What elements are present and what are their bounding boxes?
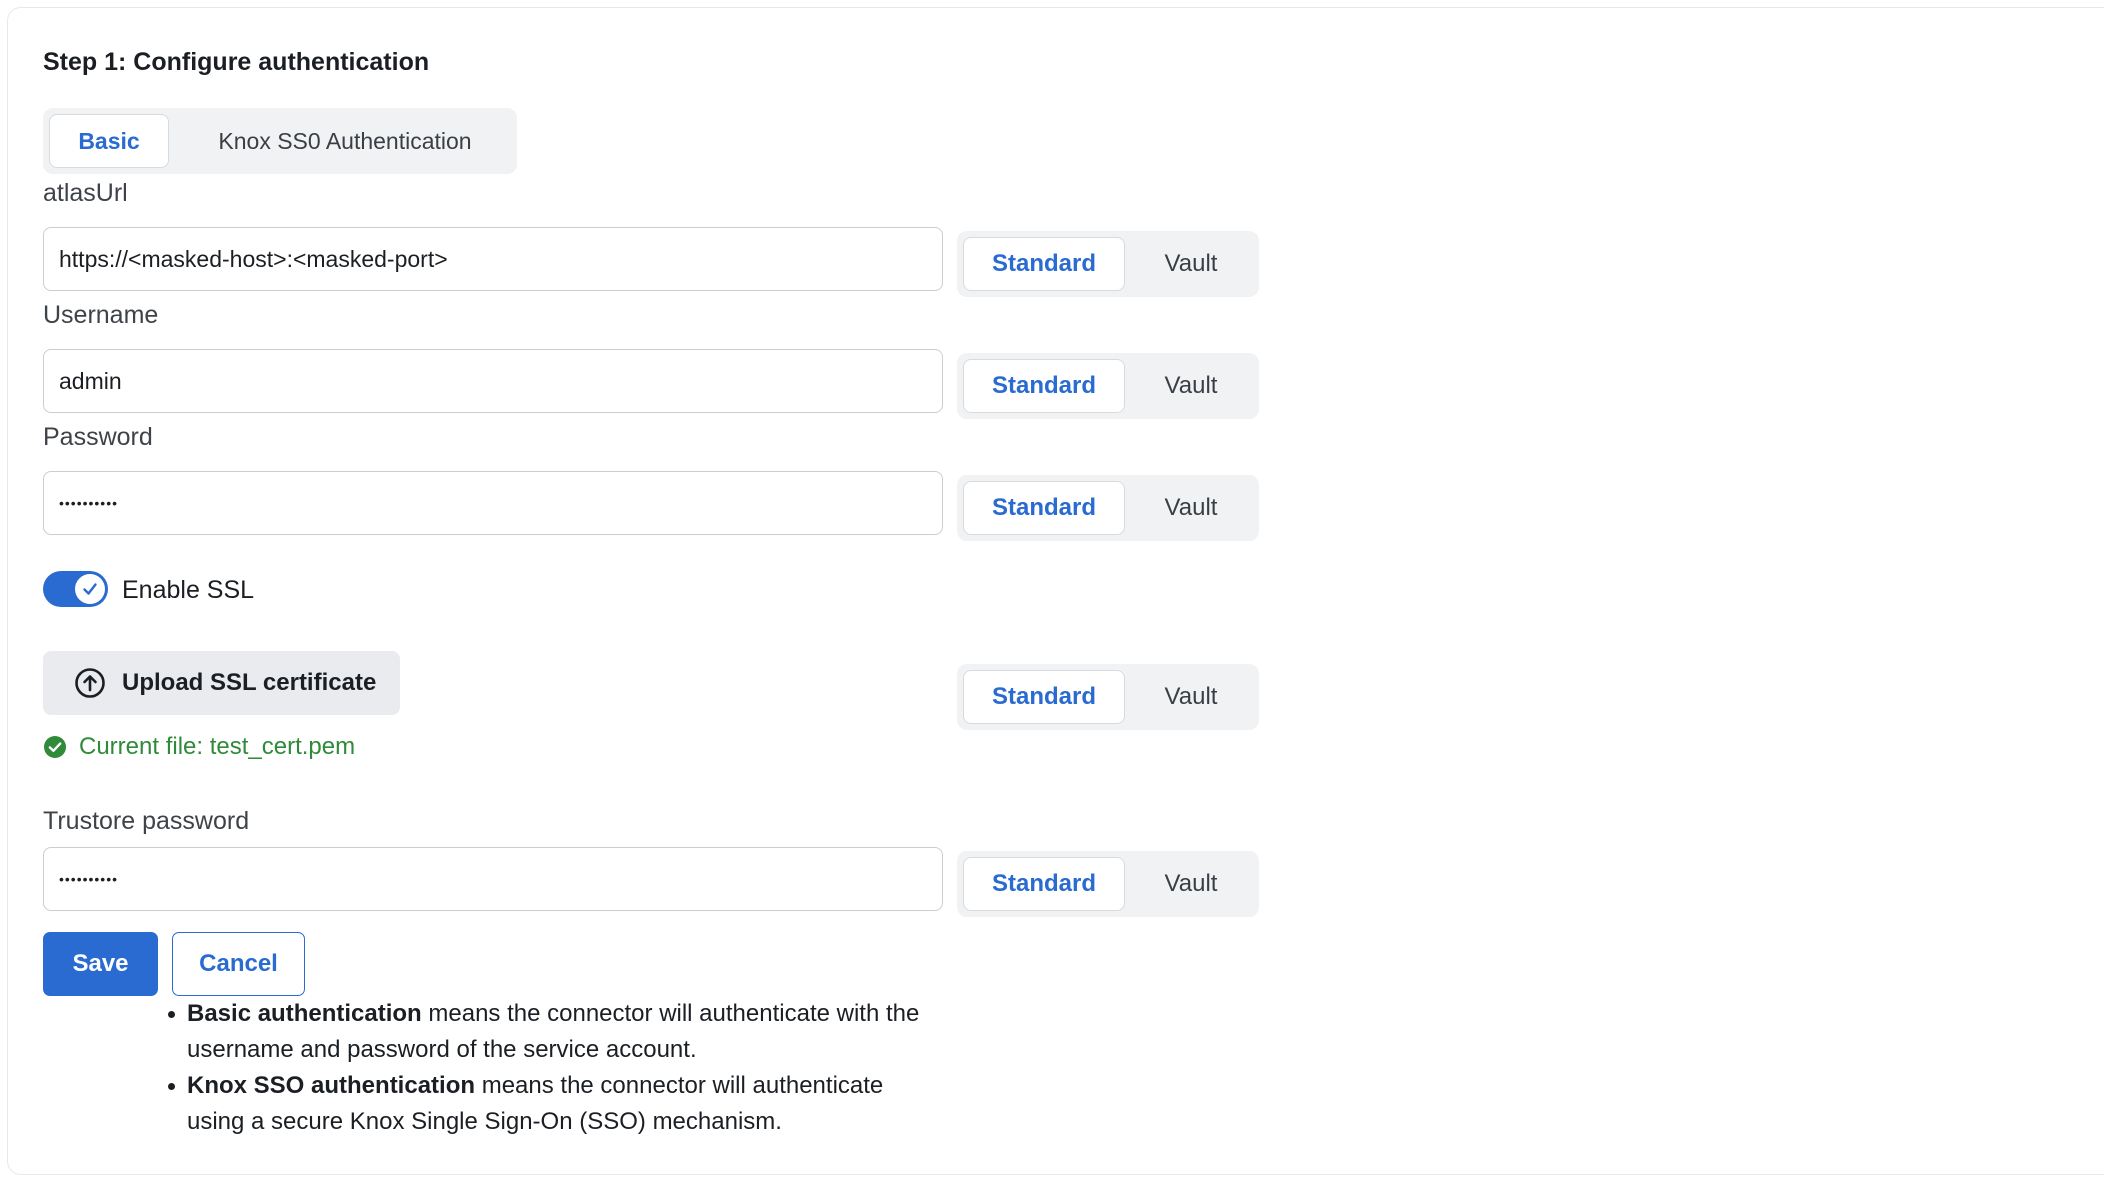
password-vault-option[interactable]: Vault	[1129, 481, 1253, 535]
cancel-button[interactable]: Cancel	[172, 932, 305, 996]
save-button[interactable]: Save	[43, 932, 158, 996]
username-label: Username	[43, 301, 159, 329]
atlas-url-vault-option[interactable]: Vault	[1129, 237, 1253, 291]
current-file-text: Current file: test_cert.pem	[79, 733, 356, 760]
auth-help-list: Basic authentication means the connector…	[168, 996, 927, 1140]
help-item-basic: Basic authentication means the connector…	[168, 996, 927, 1068]
help-knox-title: Knox SSO authentication	[187, 1072, 476, 1099]
upload-ssl-certificate-button[interactable]: Upload SSL certificate	[43, 651, 400, 715]
toggle-knob	[75, 574, 105, 604]
truststore-password-source-toggle: Standard Vault	[957, 851, 1259, 917]
atlas-url-standard-option[interactable]: Standard	[963, 237, 1125, 291]
tab-basic[interactable]: Basic	[49, 114, 169, 168]
upload-ssl-label: Upload SSL certificate	[122, 669, 377, 696]
atlas-url-source-toggle: Standard Vault	[957, 231, 1259, 297]
username-input[interactable]	[43, 349, 943, 413]
truststore-password-input[interactable]	[43, 847, 943, 911]
password-source-toggle: Standard Vault	[957, 475, 1259, 541]
username-source-toggle: Standard Vault	[957, 353, 1259, 419]
auth-method-tabs: Basic Knox SS0 Authentication	[43, 108, 517, 174]
enable-ssl-label: Enable SSL	[122, 576, 255, 604]
password-label: Password	[43, 423, 153, 451]
enable-ssl-toggle[interactable]	[43, 571, 108, 607]
username-vault-option[interactable]: Vault	[1129, 359, 1253, 413]
truststore-standard-option[interactable]: Standard	[963, 857, 1125, 911]
truststore-vault-option[interactable]: Vault	[1129, 857, 1253, 911]
upload-icon	[75, 668, 105, 698]
password-input[interactable]	[43, 471, 943, 535]
truststore-password-label: Trustore password	[43, 807, 250, 835]
ssl-standard-option[interactable]: Standard	[963, 670, 1125, 724]
username-standard-option[interactable]: Standard	[963, 359, 1125, 413]
check-circle-icon	[44, 736, 66, 758]
help-basic-title: Basic authentication	[187, 1000, 422, 1027]
atlas-url-input[interactable]	[43, 227, 943, 291]
atlas-url-label: atlasUrl	[43, 179, 128, 207]
help-item-knox: Knox SSO authentication means the connec…	[168, 1068, 927, 1140]
current-file-status: Current file: test_cert.pem	[43, 733, 355, 761]
password-standard-option[interactable]: Standard	[963, 481, 1125, 535]
checkmark-icon	[83, 583, 97, 595]
tab-knox-sso[interactable]: Knox SS0 Authentication	[183, 114, 507, 168]
ssl-vault-option[interactable]: Vault	[1129, 670, 1253, 724]
step-title: Step 1: Configure authentication	[43, 48, 430, 76]
ssl-certificate-source-toggle: Standard Vault	[957, 664, 1259, 730]
